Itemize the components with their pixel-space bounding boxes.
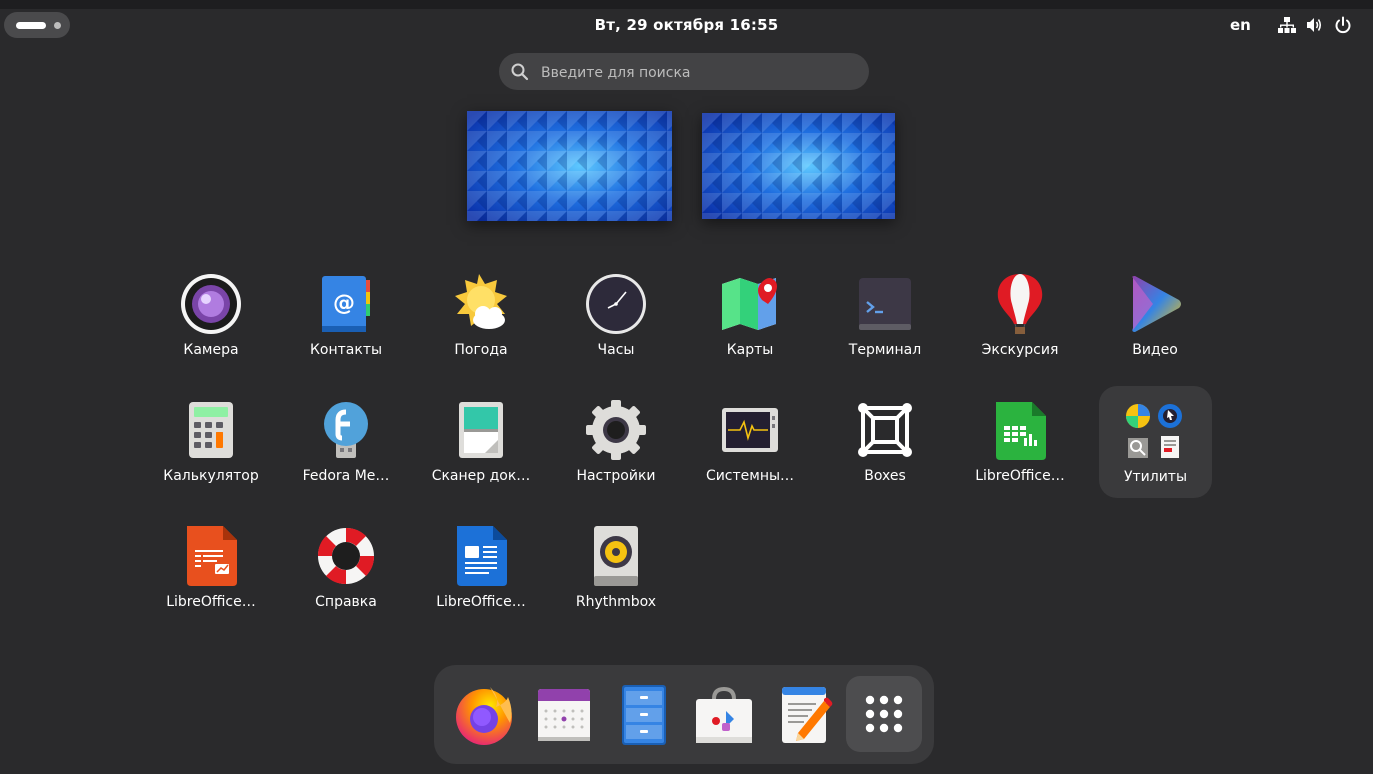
fedora-media-writer-icon	[324, 402, 368, 458]
hot-air-balloon-icon	[997, 274, 1043, 334]
app-libreoffice-calc[interactable]: LibreOffice…	[960, 398, 1080, 510]
search-bar[interactable]	[499, 53, 869, 92]
app-terminal[interactable]: Терминал	[825, 272, 945, 384]
app-libreoffice-impress[interactable]: LibreOffice…	[151, 524, 271, 636]
calendar-icon[interactable]	[532, 683, 596, 747]
app-label: Утилиты	[1123, 469, 1188, 485]
top-edge	[0, 0, 1373, 9]
app-label: Справка	[315, 594, 377, 610]
app-maps[interactable]: Карты	[690, 272, 810, 384]
calculator-icon	[189, 402, 233, 458]
system-monitor-icon	[722, 408, 778, 452]
app-label: Контакты	[309, 342, 383, 358]
app-label: Видео	[1132, 342, 1178, 358]
utilities-folder-preview-icon	[1126, 404, 1182, 458]
dash	[434, 665, 934, 764]
keyboard-layout-indicator[interactable]: en	[1230, 16, 1251, 34]
app-label: LibreOffice…	[436, 594, 526, 610]
maps-icon	[722, 278, 777, 330]
firefox-icon[interactable]	[452, 683, 516, 747]
app-rhythmbox[interactable]: Rhythmbox	[556, 524, 676, 636]
app-label: Boxes	[864, 468, 906, 484]
app-label: Экскурсия	[981, 342, 1059, 358]
app-label: Сканер док…	[431, 468, 531, 484]
app-tour[interactable]: Экскурсия	[960, 272, 1080, 384]
app-fedora-media-writer[interactable]: Fedora Me…	[286, 398, 406, 510]
clock-container: Вт, 29 октября 16:55	[0, 16, 1373, 34]
app-label: Часы	[597, 342, 635, 358]
app-label: Rhythmbox	[575, 594, 657, 610]
workspace-thumbnail-1[interactable]	[467, 111, 672, 221]
video-player-icon	[1132, 276, 1181, 332]
svg-text:@: @	[333, 291, 355, 316]
app-settings[interactable]: Настройки	[556, 398, 676, 510]
app-label: LibreOffice…	[975, 468, 1065, 484]
app-calculator[interactable]: Калькулятор	[151, 398, 271, 510]
app-camera[interactable]: Камера	[151, 272, 271, 384]
show-apps-button[interactable]	[846, 676, 922, 752]
file-manager-icon[interactable]	[612, 683, 676, 747]
camera-icon	[181, 274, 241, 334]
scanner-icon	[459, 402, 503, 458]
terminal-icon	[859, 278, 911, 330]
app-label: Калькулятор	[163, 468, 259, 484]
contacts-icon: @	[322, 276, 370, 332]
app-label: Fedora Me…	[302, 468, 390, 484]
app-label: Терминал	[848, 342, 922, 358]
app-label: Погода	[454, 342, 508, 358]
top-bar: Вт, 29 октября 16:55 en	[0, 0, 1373, 44]
app-video[interactable]: Видео	[1095, 272, 1215, 384]
libreoffice-calc-icon	[996, 402, 1046, 460]
volume-icon[interactable]	[1305, 16, 1323, 34]
app-grid-icon	[865, 695, 903, 733]
network-icon[interactable]	[1278, 16, 1296, 34]
libreoffice-writer-icon	[457, 526, 507, 586]
app-clocks[interactable]: Часы	[556, 272, 676, 384]
app-help[interactable]: Справка	[286, 524, 406, 636]
app-document-scanner[interactable]: Сканер док…	[421, 398, 541, 510]
app-weather[interactable]: Погода	[421, 272, 541, 384]
app-contacts[interactable]: @ Контакты	[286, 272, 406, 384]
app-label: Камера	[183, 342, 239, 358]
app-label: Настройки	[576, 468, 656, 484]
app-folder-utilities[interactable]: Утилиты	[1099, 386, 1212, 498]
app-label: LibreOffice…	[166, 594, 256, 610]
software-store-icon[interactable]	[692, 683, 756, 747]
app-system-monitor[interactable]: Системны…	[690, 398, 810, 510]
weather-icon	[455, 274, 507, 329]
lifebuoy-icon	[317, 527, 375, 585]
libreoffice-impress-icon	[187, 526, 237, 586]
clock-icon	[586, 274, 646, 334]
app-label: Карты	[726, 342, 774, 358]
app-label: Системны…	[705, 468, 795, 484]
text-editor-icon[interactable]	[772, 683, 836, 747]
boxes-icon	[858, 403, 912, 457]
gear-icon	[586, 400, 646, 460]
power-icon[interactable]	[1334, 16, 1352, 34]
clock[interactable]: Вт, 29 октября 16:55	[595, 16, 779, 34]
speaker-icon	[594, 526, 638, 586]
search-icon	[511, 63, 529, 81]
search-input[interactable]	[539, 53, 863, 92]
app-boxes[interactable]: Boxes	[825, 398, 945, 510]
app-libreoffice-writer[interactable]: LibreOffice…	[421, 524, 541, 636]
workspace-thumbnail-2[interactable]	[702, 113, 895, 219]
